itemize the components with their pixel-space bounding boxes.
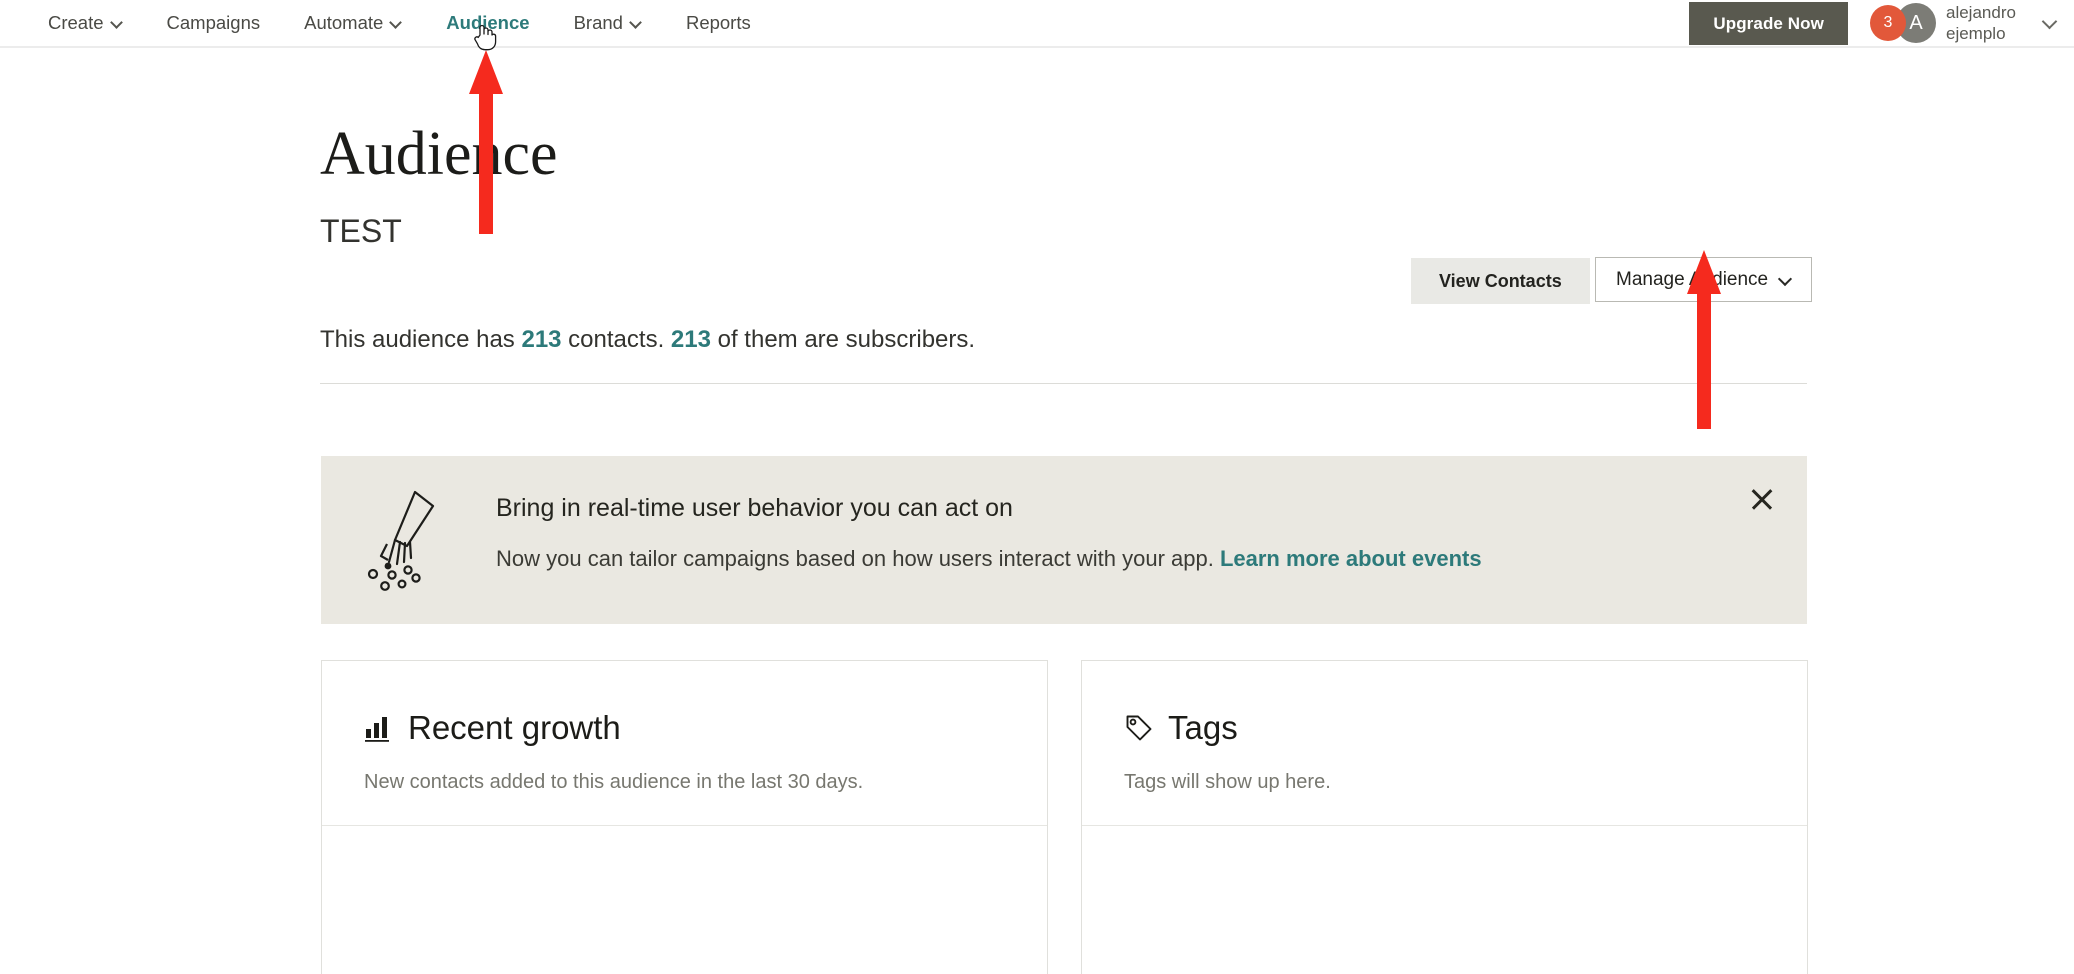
learn-more-about-events-link[interactable]: Learn more about events <box>1220 546 1482 571</box>
page-title: Audience <box>320 120 558 188</box>
contacts-suffix-text: of them are subscribers. <box>710 326 976 353</box>
nav-item-create[interactable]: Create <box>26 0 145 46</box>
chevron-down-icon <box>112 17 123 28</box>
banner-title: Bring in real-time user behavior you can… <box>496 494 1013 522</box>
nav-item-label: Reports <box>685 12 751 33</box>
recent-growth-chart-area <box>322 826 1047 974</box>
card-header: Recent growth New contacts added to this… <box>322 661 1047 826</box>
annotation-arrow-audience <box>469 50 503 234</box>
nav-item-brand[interactable]: Brand <box>552 0 664 46</box>
nav-item-campaigns[interactable]: Campaigns <box>145 0 283 46</box>
subscribers-count: 213 <box>670 326 711 353</box>
user-name-label: alejandro ejemplo <box>1946 2 2016 43</box>
banner-description-text: Now you can tailor campaigns based on ho… <box>496 546 1220 571</box>
nav-item-label: Brand <box>573 12 623 33</box>
main-nav-links: Create Campaigns Automate Audience Brand… <box>26 0 773 46</box>
contacts-count: 213 <box>521 326 562 353</box>
avatar-with-badge: 3 A <box>1870 3 1936 43</box>
nav-item-label: Campaigns <box>166 12 261 33</box>
nav-item-automate[interactable]: Automate <box>282 0 424 46</box>
pointing-hand-cursor <box>474 24 497 51</box>
tag-icon <box>1124 713 1154 743</box>
card-header: Tags Tags will show up here. <box>1082 661 1807 826</box>
notification-badge[interactable]: 3 <box>1870 5 1906 41</box>
hand-sprinkling-dots-illustration <box>361 484 451 594</box>
tags-list-area <box>1082 826 1807 974</box>
card-title-row: Tags <box>1124 709 1238 747</box>
user-menu[interactable]: 3 A alejandro ejemplo <box>1870 2 2064 45</box>
chevron-down-icon <box>2044 16 2058 30</box>
upgrade-now-button[interactable]: Upgrade Now <box>1689 1 1848 45</box>
chevron-down-icon <box>1780 273 1791 284</box>
card-subtitle: Tags will show up here. <box>1124 771 1331 793</box>
contacts-middle-text: contacts. <box>561 326 671 353</box>
close-icon[interactable] <box>1745 482 1779 516</box>
chevron-down-icon <box>391 17 402 28</box>
nav-right-cluster: Upgrade Now 3 A alejandro ejemplo <box>1689 0 2064 46</box>
card-subtitle: New contacts added to this audience in t… <box>364 771 864 793</box>
bar-chart-icon <box>364 713 394 743</box>
banner-description: Now you can tailor campaigns based on ho… <box>496 546 1482 572</box>
contacts-prefix-text: This audience has <box>320 326 522 353</box>
nav-item-label: Automate <box>304 12 384 33</box>
top-navigation-bar: Create Campaigns Automate Audience Brand… <box>0 0 2074 48</box>
tags-card: Tags Tags will show up here. <box>1081 660 1808 974</box>
nav-item-reports[interactable]: Reports <box>664 0 773 46</box>
events-promo-banner: Bring in real-time user behavior you can… <box>321 456 1807 624</box>
nav-item-label: Create <box>48 12 104 33</box>
audience-page: Create Campaigns Automate Audience Brand… <box>0 0 2074 974</box>
contacts-summary: This audience has 213 contacts. 213 of t… <box>320 326 975 354</box>
view-contacts-button[interactable]: View Contacts <box>1411 258 1590 304</box>
annotation-arrow-manage-audience <box>1687 250 1721 429</box>
card-title-row: Recent growth <box>364 709 621 747</box>
card-title: Recent growth <box>408 709 621 746</box>
recent-growth-card: Recent growth New contacts added to this… <box>321 660 1048 974</box>
card-title: Tags <box>1168 709 1238 746</box>
audience-name: TEST <box>320 213 402 249</box>
section-divider <box>320 383 1807 384</box>
chevron-down-icon <box>631 17 642 28</box>
